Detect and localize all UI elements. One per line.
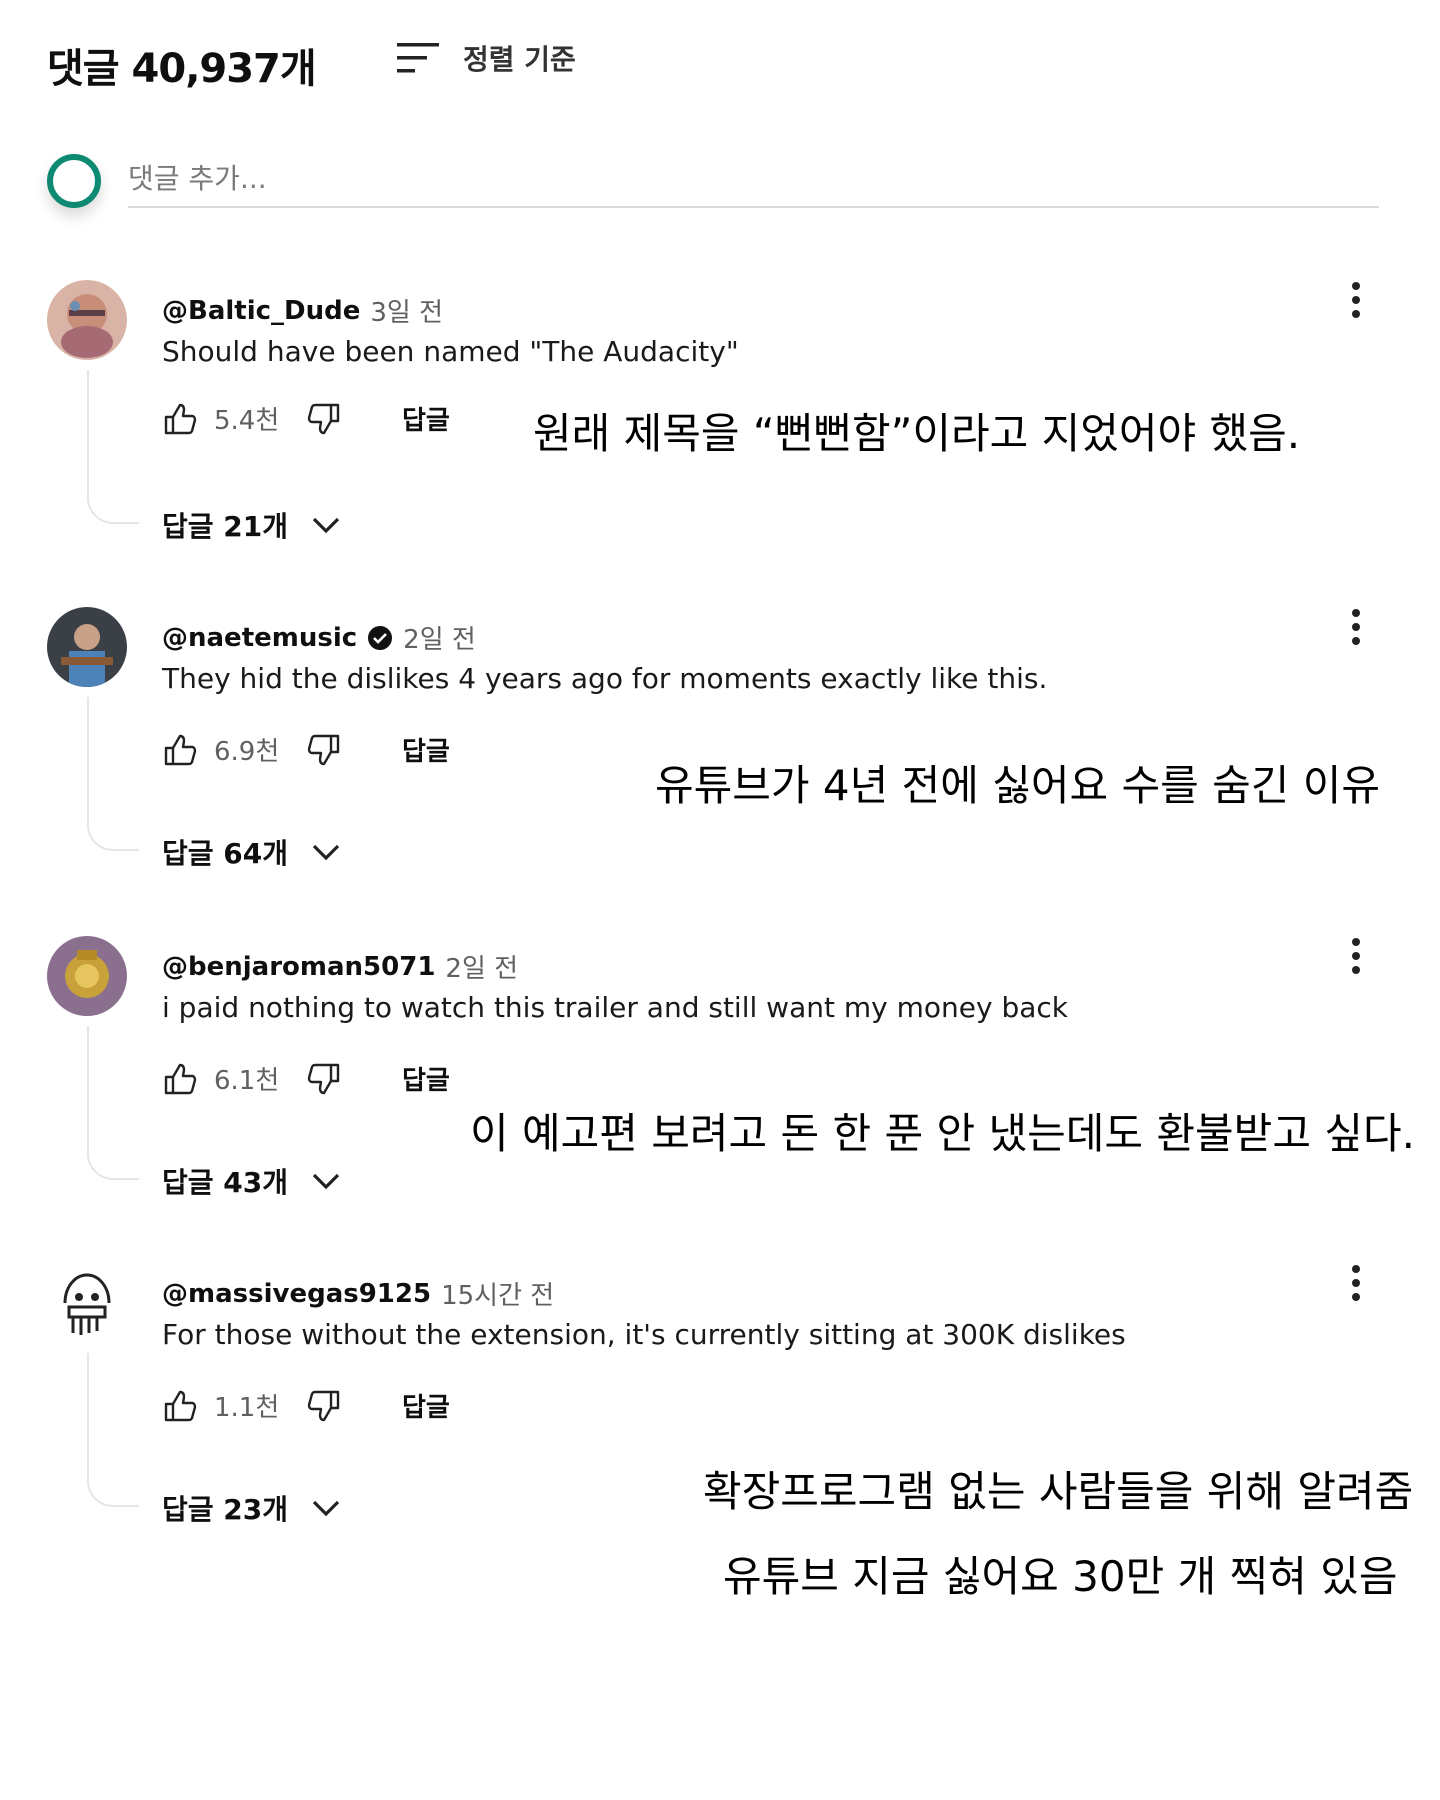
more-options-icon[interactable]	[1344, 936, 1368, 976]
comment-author[interactable]: @benjaroman5071	[162, 952, 435, 982]
user-avatar	[47, 154, 101, 208]
like-count: 1.1천	[214, 1393, 280, 1423]
thumbs-down-icon[interactable]	[306, 732, 342, 768]
comment-author[interactable]: @naetemusic	[162, 623, 357, 653]
comment-time[interactable]: 3일 전	[370, 292, 443, 329]
thread-line	[87, 370, 139, 524]
chevron-down-icon	[312, 844, 340, 861]
comment-time[interactable]: 2일 전	[403, 619, 476, 656]
view-replies-button[interactable]: 답글 23개	[162, 1488, 342, 1528]
thumbs-up-icon[interactable]	[162, 401, 198, 437]
reply-button[interactable]: 답글	[402, 731, 450, 768]
comment-actions: 1.1천 답글	[162, 1387, 450, 1424]
replies-label: 답글 21개	[162, 510, 288, 543]
view-replies-button[interactable]: 답글 21개	[162, 505, 342, 545]
reply-button[interactable]: 답글	[402, 1387, 450, 1424]
verified-icon	[368, 625, 393, 650]
comment-text: For those without the extension, it's cu…	[162, 1318, 1126, 1351]
comment-text: Should have been named "The Audacity"	[162, 335, 739, 368]
more-options-icon[interactable]	[1344, 607, 1368, 647]
comment: @naetemusic 2일 전 They hid the dislikes 4…	[47, 607, 1387, 870]
view-replies-button[interactable]: 답글 43개	[162, 1161, 342, 1201]
avatar[interactable]	[47, 607, 127, 687]
comment-text: i paid nothing to watch this trailer and…	[162, 991, 1068, 1024]
comment-text: They hid the dislikes 4 years ago for mo…	[162, 662, 1048, 695]
add-comment-row	[47, 150, 1379, 210]
add-comment-input[interactable]	[128, 150, 1379, 208]
comment-count-title: 댓글 40,937개	[47, 46, 317, 92]
avatar[interactable]	[47, 280, 127, 360]
comment-author[interactable]: @Baltic_Dude	[162, 296, 360, 326]
replies-label: 답글 64개	[162, 837, 288, 870]
reply-button[interactable]: 답글	[402, 400, 450, 437]
chevron-down-icon	[312, 517, 340, 534]
thumbs-down-icon[interactable]	[306, 1388, 342, 1424]
comment-author[interactable]: @massivegas9125	[162, 1279, 431, 1309]
comment-actions: 5.4천 답글	[162, 400, 450, 437]
replies-label: 답글 23개	[162, 1493, 288, 1526]
comment-time[interactable]: 2일 전	[445, 948, 518, 985]
more-options-icon[interactable]	[1344, 280, 1368, 320]
sort-label: 정렬 기준	[463, 43, 576, 76]
comments-header: 댓글 40,937개	[47, 36, 317, 94]
thumbs-up-icon[interactable]	[162, 732, 198, 768]
avatar[interactable]	[47, 1263, 127, 1343]
thumbs-down-icon[interactable]	[306, 401, 342, 437]
more-options-icon[interactable]	[1344, 1263, 1368, 1303]
translation-overlay: 원래 제목을 “뻔뻔함”이라고 지었어야 했음.	[533, 409, 1301, 458]
thumbs-down-icon[interactable]	[306, 1061, 342, 1097]
sort-icon	[397, 43, 439, 73]
thread-line	[87, 1353, 139, 1507]
like-count: 6.1천	[214, 1066, 280, 1096]
translation-overlay: 확장프로그램 없는 사람들을 위해 알려줌	[703, 1467, 1414, 1516]
translation-overlay: 유튜브 지금 싫어요 30만 개 찍혀 있음	[723, 1552, 1398, 1601]
comment-time[interactable]: 15시간 전	[441, 1275, 554, 1312]
view-replies-button[interactable]: 답글 64개	[162, 832, 342, 872]
translation-overlay: 이 예고편 보려고 돈 한 푼 안 냈는데도 환불받고 싶다.	[470, 1109, 1415, 1158]
replies-label: 답글 43개	[162, 1166, 288, 1199]
thumbs-up-icon[interactable]	[162, 1388, 198, 1424]
chevron-down-icon	[312, 1173, 340, 1190]
comment-actions: 6.1천 답글	[162, 1060, 450, 1097]
translation-overlay: 유튜브가 4년 전에 싫어요 수를 숨긴 이유	[655, 761, 1381, 810]
thread-line	[87, 697, 139, 851]
like-count: 6.9천	[214, 737, 280, 767]
avatar[interactable]	[47, 936, 127, 1016]
like-count: 5.4천	[214, 406, 280, 436]
thumbs-up-icon[interactable]	[162, 1061, 198, 1097]
thread-line	[87, 1026, 139, 1180]
reply-button[interactable]: 답글	[402, 1060, 450, 1097]
chevron-down-icon	[312, 1500, 340, 1517]
sort-button[interactable]: 정렬 기준	[395, 38, 576, 78]
comment-actions: 6.9천 답글	[162, 731, 450, 768]
